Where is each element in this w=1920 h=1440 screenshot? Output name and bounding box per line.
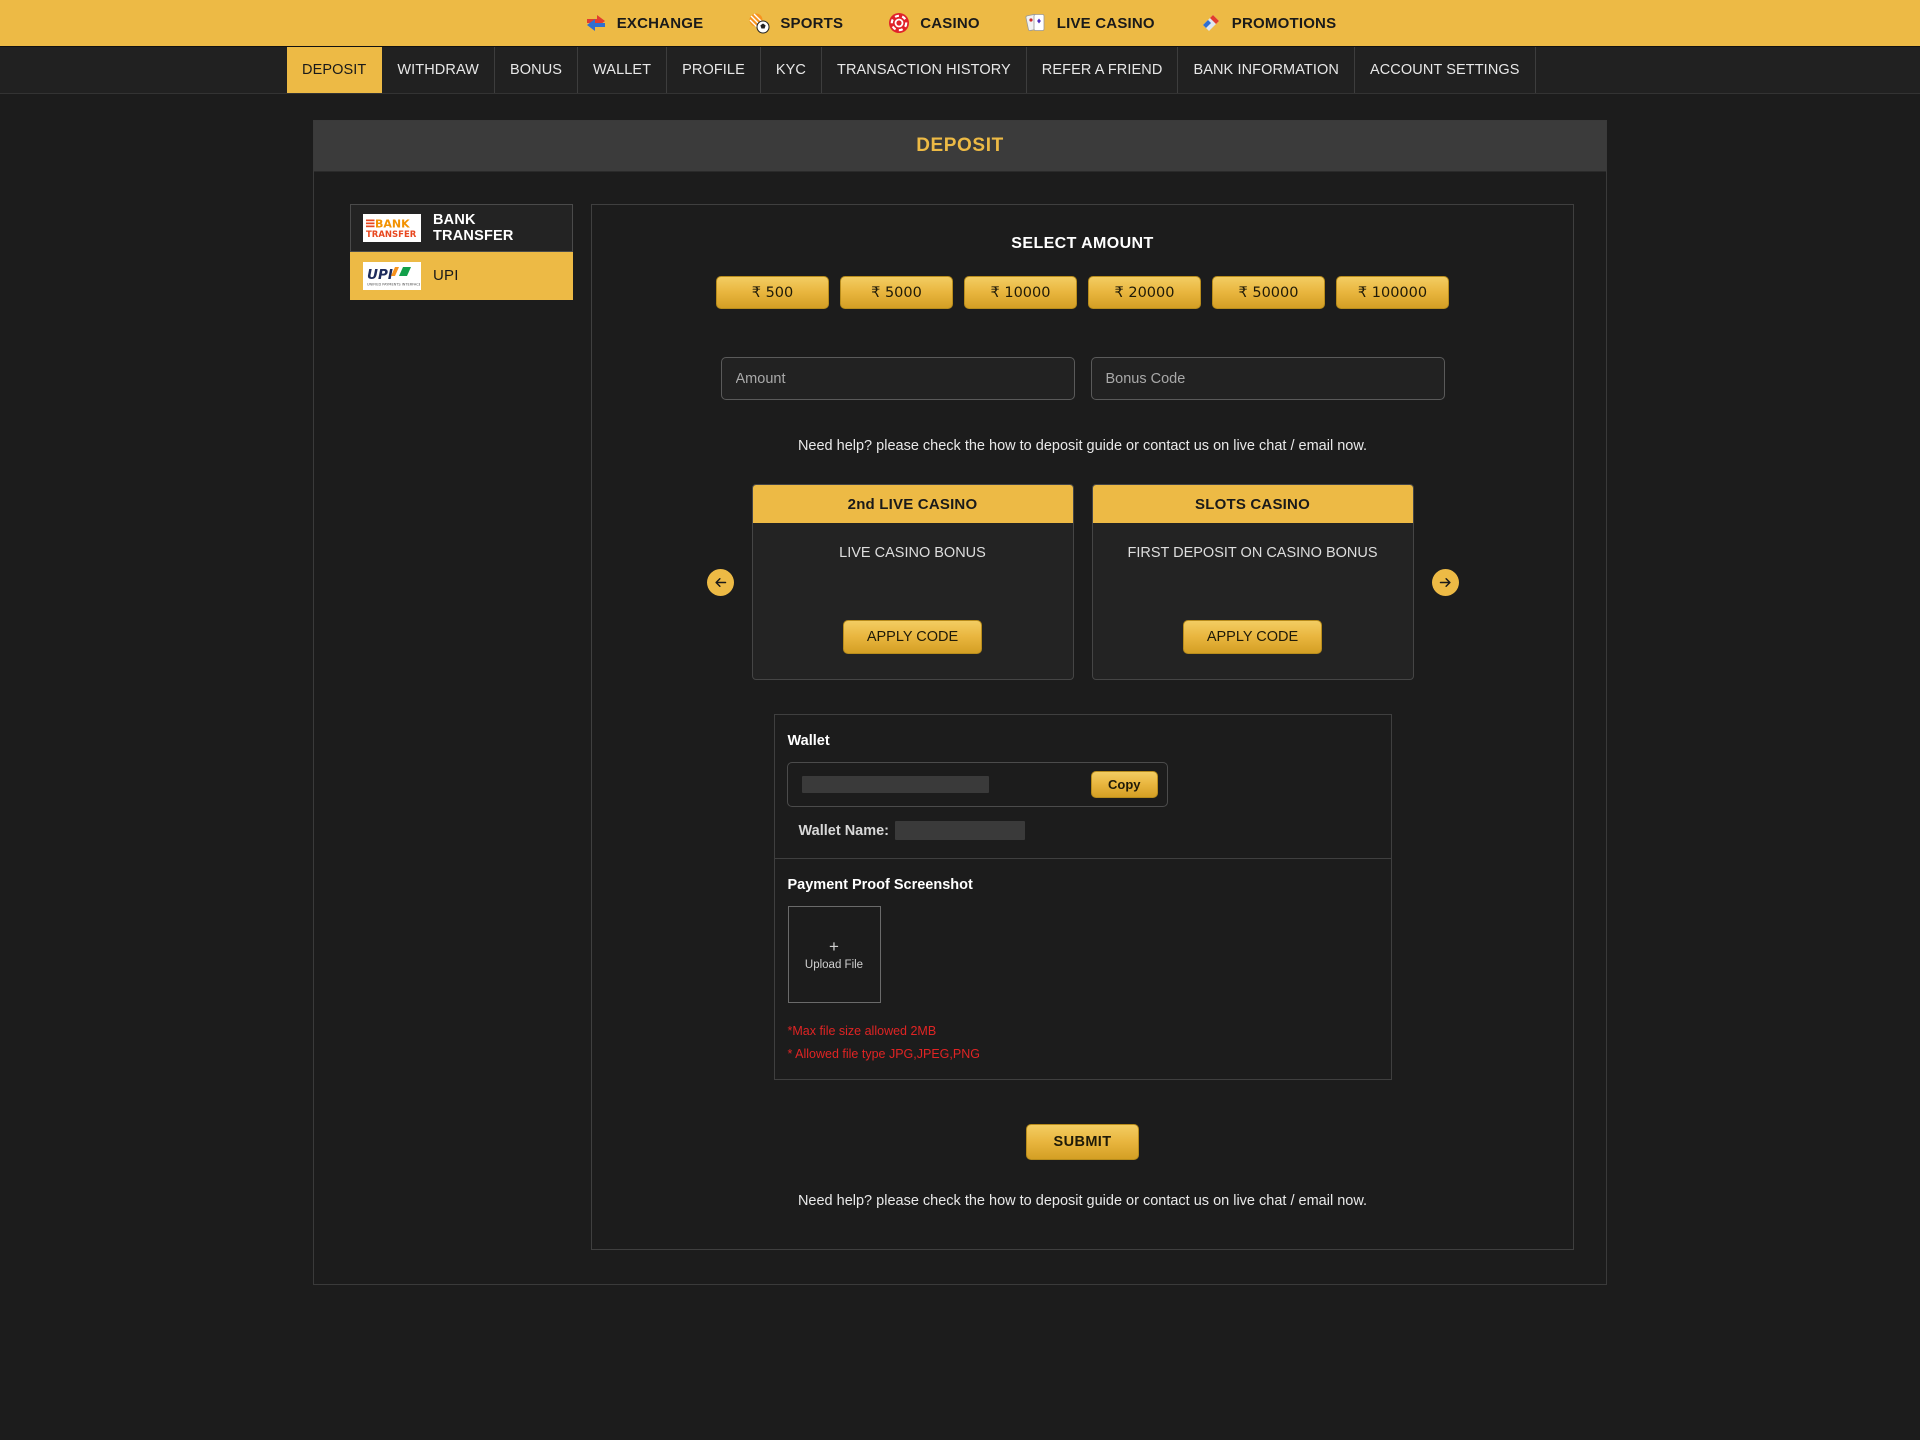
upload-file-label: Upload File	[804, 959, 864, 971]
topbar-label-live-casino: LIVE CASINO	[1056, 14, 1155, 32]
submit-button[interactable]: SUBMIT	[1025, 1124, 1140, 1160]
panel-header: DEPOSIT	[314, 121, 1606, 172]
amount-preset-100000[interactable]: ₹ 100000	[1336, 276, 1449, 309]
panel-body: BANK TRANSFER BANK TRANSFER UPI UNIFIED …	[314, 172, 1606, 1250]
upload-file-dropzone[interactable]: + Upload File	[787, 906, 881, 1003]
amount-preset-row: ₹ 500 ₹ 5000 ₹ 10000 ₹ 20000 ₹ 50000 ₹ 1…	[622, 276, 1543, 309]
bonus-carousel: 2nd LIVE CASINO LIVE CASINO BONUS APPLY …	[622, 484, 1543, 680]
topbar-item-live-casino[interactable]: LIVE CASINO	[1024, 11, 1155, 35]
copy-wallet-button[interactable]: Copy	[1091, 771, 1158, 798]
nav-left-spacer	[0, 47, 287, 93]
svg-text:UNIFIED PAYMENTS INTERFACE: UNIFIED PAYMENTS INTERFACE	[367, 282, 420, 286]
payment-proof-section: Payment Proof Screenshot + Upload File *…	[773, 859, 1392, 1080]
nav-right-spacer	[1536, 47, 1920, 93]
sidebar-label-bank-transfer: BANK TRANSFER	[433, 212, 514, 244]
wallet-section-title: Wallet	[787, 733, 830, 749]
topbar-item-casino[interactable]: CASINO	[887, 11, 980, 35]
topbar-item-sports[interactable]: SPORTS	[747, 11, 843, 35]
wallet-section: Wallet Copy Wallet Name:	[773, 714, 1392, 859]
inputs-row	[622, 357, 1543, 400]
topbar-label-sports: SPORTS	[780, 14, 844, 32]
playing-cards-icon	[1024, 11, 1048, 35]
tab-withdraw[interactable]: WITHDRAW	[382, 47, 495, 93]
help-text-bottom: Need help? please check the how to depos…	[797, 1193, 1368, 1209]
apply-code-button-live-casino[interactable]: APPLY CODE	[842, 620, 983, 654]
arrow-right-icon[interactable]	[1431, 568, 1459, 596]
bonus-card-description: LIVE CASINO BONUS	[839, 545, 986, 561]
sports-ball-icon	[747, 11, 771, 35]
help-text-top: Need help? please check the how to depos…	[797, 438, 1368, 454]
amount-preset-10000[interactable]: ₹ 10000	[964, 276, 1077, 309]
page-content: DEPOSIT BANK TRANSFER BANK TRANSFER UPI …	[0, 94, 1920, 1285]
amount-preset-50000[interactable]: ₹ 50000	[1212, 276, 1325, 309]
bank-transfer-logo: BANK TRANSFER	[363, 214, 421, 242]
bonus-card-body: FIRST DEPOSIT ON CASINO BONUS APPLY CODE	[1093, 523, 1413, 679]
account-nav-tabs: DEPOSIT WITHDRAW BONUS WALLET PROFILE KY…	[0, 47, 1920, 94]
wallet-name-label: Wallet Name:	[798, 822, 890, 839]
select-amount-title: SELECT AMOUNT	[1011, 235, 1154, 252]
topbar-item-exchange[interactable]: EXCHANGE	[584, 11, 704, 35]
page-title: DEPOSIT	[916, 135, 1004, 156]
amount-preset-20000[interactable]: ₹ 20000	[1088, 276, 1201, 309]
tab-deposit[interactable]: DEPOSIT	[287, 47, 383, 93]
bonus-code-input[interactable]	[1090, 357, 1445, 400]
tab-account-settings[interactable]: ACCOUNT SETTINGS	[1355, 47, 1536, 93]
primary-topbar: EXCHANGE SPORTS CASINO LIVE CASINO PROMO…	[0, 0, 1920, 47]
svg-text:TRANSFER: TRANSFER	[366, 230, 417, 240]
topbar-label-casino: CASINO	[920, 14, 980, 32]
tab-bonus[interactable]: BONUS	[495, 47, 579, 93]
arrow-left-icon[interactable]	[706, 568, 734, 596]
svg-text:BANK: BANK	[375, 218, 410, 231]
svg-text:UPI: UPI	[367, 267, 393, 283]
tab-profile[interactable]: PROFILE	[667, 47, 761, 93]
promotions-megaphone-icon	[1199, 11, 1223, 35]
topbar-item-promotions[interactable]: PROMOTIONS	[1199, 11, 1337, 35]
tab-kyc[interactable]: KYC	[761, 47, 822, 93]
bonus-card-description: FIRST DEPOSIT ON CASINO BONUS	[1127, 545, 1378, 561]
bonus-card-slots-casino[interactable]: SLOTS CASINO FIRST DEPOSIT ON CASINO BON…	[1091, 484, 1414, 680]
deposit-form: SELECT AMOUNT ₹ 500 ₹ 5000 ₹ 10000 ₹ 200…	[591, 204, 1574, 1250]
apply-code-button-slots-casino[interactable]: APPLY CODE	[1182, 620, 1323, 654]
sidebar-label-upi: UPI	[433, 267, 459, 284]
payment-proof-title: Payment Proof Screenshot	[787, 877, 973, 893]
bonus-card-live-casino[interactable]: 2nd LIVE CASINO LIVE CASINO BONUS APPLY …	[751, 484, 1074, 680]
amount-preset-5000[interactable]: ₹ 5000	[840, 276, 953, 309]
casino-chip-icon	[887, 11, 911, 35]
tab-bank-information[interactable]: BANK INFORMATION	[1178, 47, 1355, 93]
bonus-card-title: SLOTS CASINO	[1092, 485, 1413, 523]
tab-transaction-history[interactable]: TRANSACTION HISTORY	[822, 47, 1027, 93]
wallet-name-row: Wallet Name:	[787, 821, 1379, 840]
warning-max-file-size: *Max file size allowed 2MB	[787, 1024, 937, 1038]
wallet-name-value	[895, 821, 1026, 840]
bonus-card-title: 2nd LIVE CASINO	[752, 485, 1073, 523]
sidebar-item-bank-transfer[interactable]: BANK TRANSFER BANK TRANSFER	[350, 204, 573, 252]
upi-logo: UPI UNIFIED PAYMENTS INTERFACE	[363, 261, 421, 290]
wallet-address-value	[801, 776, 989, 793]
topbar-label-exchange: EXCHANGE	[616, 14, 704, 32]
sidebar-item-upi[interactable]: UPI UNIFIED PAYMENTS INTERFACE UPI	[350, 252, 573, 300]
amount-input[interactable]	[720, 357, 1075, 400]
plus-icon: +	[829, 937, 839, 956]
exchange-arrows-icon	[584, 11, 608, 35]
bonus-card-body: LIVE CASINO BONUS APPLY CODE	[753, 523, 1073, 679]
topbar-label-promotions: PROMOTIONS	[1231, 14, 1337, 32]
warning-allowed-file-type: * Allowed file type JPG,JPEG,PNG	[787, 1047, 980, 1061]
wallet-address-field[interactable]: Copy	[786, 762, 1168, 807]
deposit-panel: DEPOSIT BANK TRANSFER BANK TRANSFER UPI …	[313, 120, 1607, 1285]
tab-wallet[interactable]: WALLET	[578, 47, 668, 93]
amount-preset-500[interactable]: ₹ 500	[716, 276, 829, 309]
tab-refer-a-friend[interactable]: REFER A FRIEND	[1027, 47, 1179, 93]
submit-row: SUBMIT	[622, 1124, 1543, 1160]
payment-method-sidebar: BANK TRANSFER BANK TRANSFER UPI UNIFIED …	[350, 204, 573, 1250]
